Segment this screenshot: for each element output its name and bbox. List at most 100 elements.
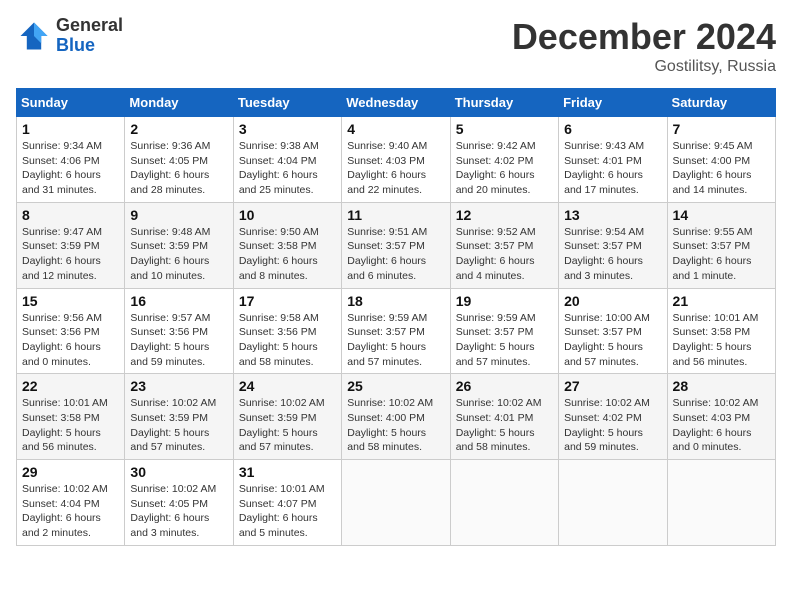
day-info: Sunrise: 9:47 AMSunset: 3:59 PMDaylight:…	[22, 225, 119, 284]
day-info: Sunrise: 9:48 AMSunset: 3:59 PMDaylight:…	[130, 225, 227, 284]
calendar-cell: 2 Sunrise: 9:36 AMSunset: 4:05 PMDayligh…	[125, 117, 233, 203]
calendar-cell: 21 Sunrise: 10:01 AMSunset: 3:58 PMDayli…	[667, 288, 775, 374]
calendar-cell: 11 Sunrise: 9:51 AMSunset: 3:57 PMDaylig…	[342, 202, 450, 288]
calendar-cell: 8 Sunrise: 9:47 AMSunset: 3:59 PMDayligh…	[17, 202, 125, 288]
day-number: 11	[347, 207, 444, 223]
day-number: 24	[239, 378, 336, 394]
day-number: 12	[456, 207, 553, 223]
calendar-week-row: 29 Sunrise: 10:02 AMSunset: 4:04 PMDayli…	[17, 460, 776, 546]
calendar-cell: 24 Sunrise: 10:02 AMSunset: 3:59 PMDayli…	[233, 374, 341, 460]
calendar-week-row: 8 Sunrise: 9:47 AMSunset: 3:59 PMDayligh…	[17, 202, 776, 288]
day-info: Sunrise: 9:50 AMSunset: 3:58 PMDaylight:…	[239, 225, 336, 284]
day-info: Sunrise: 9:54 AMSunset: 3:57 PMDaylight:…	[564, 225, 661, 284]
day-info: Sunrise: 9:34 AMSunset: 4:06 PMDaylight:…	[22, 139, 119, 198]
day-number: 27	[564, 378, 661, 394]
day-info: Sunrise: 9:42 AMSunset: 4:02 PMDaylight:…	[456, 139, 553, 198]
day-number: 26	[456, 378, 553, 394]
day-info: Sunrise: 9:45 AMSunset: 4:00 PMDaylight:…	[673, 139, 770, 198]
day-number: 14	[673, 207, 770, 223]
day-info: Sunrise: 10:02 AMSunset: 4:05 PMDaylight…	[130, 482, 227, 541]
day-number: 19	[456, 293, 553, 309]
day-info: Sunrise: 9:59 AMSunset: 3:57 PMDaylight:…	[456, 311, 553, 370]
column-header-saturday: Saturday	[667, 89, 775, 117]
day-number: 3	[239, 121, 336, 137]
day-number: 2	[130, 121, 227, 137]
day-number: 22	[22, 378, 119, 394]
day-number: 17	[239, 293, 336, 309]
calendar-cell: 10 Sunrise: 9:50 AMSunset: 3:58 PMDaylig…	[233, 202, 341, 288]
calendar-cell: 19 Sunrise: 9:59 AMSunset: 3:57 PMDaylig…	[450, 288, 558, 374]
day-info: Sunrise: 9:52 AMSunset: 3:57 PMDaylight:…	[456, 225, 553, 284]
day-number: 15	[22, 293, 119, 309]
day-info: Sunrise: 9:57 AMSunset: 3:56 PMDaylight:…	[130, 311, 227, 370]
day-info: Sunrise: 10:02 AMSunset: 4:01 PMDaylight…	[456, 396, 553, 455]
day-number: 9	[130, 207, 227, 223]
day-number: 10	[239, 207, 336, 223]
calendar-cell: 13 Sunrise: 9:54 AMSunset: 3:57 PMDaylig…	[559, 202, 667, 288]
day-info: Sunrise: 10:00 AMSunset: 3:57 PMDaylight…	[564, 311, 661, 370]
calendar-cell: 14 Sunrise: 9:55 AMSunset: 3:57 PMDaylig…	[667, 202, 775, 288]
calendar-cell: 7 Sunrise: 9:45 AMSunset: 4:00 PMDayligh…	[667, 117, 775, 203]
day-number: 28	[673, 378, 770, 394]
day-info: Sunrise: 10:01 AMSunset: 3:58 PMDaylight…	[673, 311, 770, 370]
calendar-week-row: 15 Sunrise: 9:56 AMSunset: 3:56 PMDaylig…	[17, 288, 776, 374]
calendar-cell: 22 Sunrise: 10:01 AMSunset: 3:58 PMDayli…	[17, 374, 125, 460]
calendar-table: SundayMondayTuesdayWednesdayThursdayFrid…	[16, 88, 776, 546]
day-info: Sunrise: 9:51 AMSunset: 3:57 PMDaylight:…	[347, 225, 444, 284]
day-info: Sunrise: 9:38 AMSunset: 4:04 PMDaylight:…	[239, 139, 336, 198]
calendar-week-row: 1 Sunrise: 9:34 AMSunset: 4:06 PMDayligh…	[17, 117, 776, 203]
calendar-cell: 4 Sunrise: 9:40 AMSunset: 4:03 PMDayligh…	[342, 117, 450, 203]
calendar-cell: 30 Sunrise: 10:02 AMSunset: 4:05 PMDayli…	[125, 460, 233, 546]
day-info: Sunrise: 10:01 AMSunset: 4:07 PMDaylight…	[239, 482, 336, 541]
day-info: Sunrise: 9:40 AMSunset: 4:03 PMDaylight:…	[347, 139, 444, 198]
day-number: 1	[22, 121, 119, 137]
day-info: Sunrise: 10:02 AMSunset: 4:02 PMDaylight…	[564, 396, 661, 455]
month-title: December 2024	[512, 16, 776, 58]
day-info: Sunrise: 10:02 AMSunset: 4:04 PMDaylight…	[22, 482, 119, 541]
calendar-cell: 29 Sunrise: 10:02 AMSunset: 4:04 PMDayli…	[17, 460, 125, 546]
day-number: 4	[347, 121, 444, 137]
calendar-cell	[450, 460, 558, 546]
calendar-cell: 31 Sunrise: 10:01 AMSunset: 4:07 PMDayli…	[233, 460, 341, 546]
day-info: Sunrise: 10:02 AMSunset: 3:59 PMDaylight…	[130, 396, 227, 455]
calendar-week-row: 22 Sunrise: 10:01 AMSunset: 3:58 PMDayli…	[17, 374, 776, 460]
day-number: 21	[673, 293, 770, 309]
day-info: Sunrise: 9:43 AMSunset: 4:01 PMDaylight:…	[564, 139, 661, 198]
calendar-cell: 16 Sunrise: 9:57 AMSunset: 3:56 PMDaylig…	[125, 288, 233, 374]
calendar-cell: 18 Sunrise: 9:59 AMSunset: 3:57 PMDaylig…	[342, 288, 450, 374]
column-header-wednesday: Wednesday	[342, 89, 450, 117]
day-info: Sunrise: 10:01 AMSunset: 3:58 PMDaylight…	[22, 396, 119, 455]
calendar-cell: 9 Sunrise: 9:48 AMSunset: 3:59 PMDayligh…	[125, 202, 233, 288]
calendar-cell: 15 Sunrise: 9:56 AMSunset: 3:56 PMDaylig…	[17, 288, 125, 374]
day-info: Sunrise: 9:55 AMSunset: 3:57 PMDaylight:…	[673, 225, 770, 284]
day-number: 8	[22, 207, 119, 223]
calendar-cell: 20 Sunrise: 10:00 AMSunset: 3:57 PMDayli…	[559, 288, 667, 374]
calendar-cell: 27 Sunrise: 10:02 AMSunset: 4:02 PMDayli…	[559, 374, 667, 460]
day-number: 16	[130, 293, 227, 309]
day-number: 29	[22, 464, 119, 480]
calendar-cell	[667, 460, 775, 546]
day-number: 5	[456, 121, 553, 137]
calendar-cell: 25 Sunrise: 10:02 AMSunset: 4:00 PMDayli…	[342, 374, 450, 460]
day-info: Sunrise: 9:59 AMSunset: 3:57 PMDaylight:…	[347, 311, 444, 370]
day-number: 23	[130, 378, 227, 394]
logo-general: General	[56, 16, 123, 36]
day-info: Sunrise: 10:02 AMSunset: 4:03 PMDaylight…	[673, 396, 770, 455]
day-info: Sunrise: 10:02 AMSunset: 3:59 PMDaylight…	[239, 396, 336, 455]
day-number: 30	[130, 464, 227, 480]
calendar-cell	[559, 460, 667, 546]
calendar-cell: 3 Sunrise: 9:38 AMSunset: 4:04 PMDayligh…	[233, 117, 341, 203]
title-block: December 2024 Gostilitsy, Russia	[512, 16, 776, 76]
day-number: 25	[347, 378, 444, 394]
calendar-cell: 6 Sunrise: 9:43 AMSunset: 4:01 PMDayligh…	[559, 117, 667, 203]
day-number: 13	[564, 207, 661, 223]
day-info: Sunrise: 9:58 AMSunset: 3:56 PMDaylight:…	[239, 311, 336, 370]
calendar-cell: 28 Sunrise: 10:02 AMSunset: 4:03 PMDayli…	[667, 374, 775, 460]
calendar-header-row: SundayMondayTuesdayWednesdayThursdayFrid…	[17, 89, 776, 117]
calendar-cell: 23 Sunrise: 10:02 AMSunset: 3:59 PMDayli…	[125, 374, 233, 460]
calendar-cell	[342, 460, 450, 546]
calendar-cell: 26 Sunrise: 10:02 AMSunset: 4:01 PMDayli…	[450, 374, 558, 460]
day-number: 31	[239, 464, 336, 480]
location: Gostilitsy, Russia	[512, 58, 776, 76]
logo-icon	[16, 18, 52, 54]
